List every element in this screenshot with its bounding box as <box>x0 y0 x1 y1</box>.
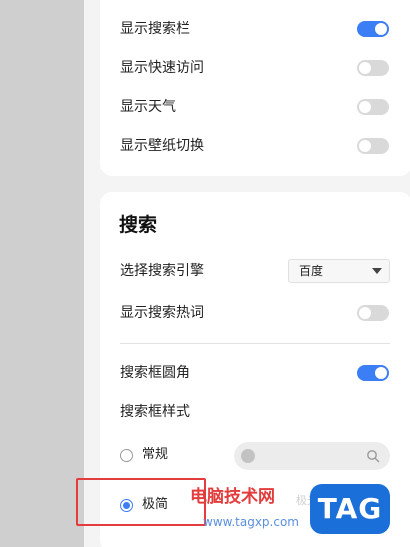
radio-label-normal[interactable]: 常规 <box>142 445 168 465</box>
setting-label-show-wallpaper-switch: 显示壁纸切换 <box>120 138 204 154</box>
search-icon <box>367 450 380 463</box>
toggle-search-hot-words[interactable] <box>357 305 389 321</box>
setting-label-show-weather: 显示天气 <box>120 99 176 115</box>
section-divider <box>120 343 390 344</box>
search-engine-select[interactable]: 百度 <box>288 259 390 283</box>
annotation-highlight-box <box>76 478 206 526</box>
setting-label-show-quick-access: 显示快速访问 <box>120 60 204 76</box>
toggle-show-wallpaper-switch[interactable] <box>357 138 389 154</box>
toggle-show-weather[interactable] <box>357 99 389 115</box>
toggle-knob <box>359 101 371 113</box>
toggle-knob <box>375 23 387 35</box>
toggle-knob <box>375 367 387 379</box>
search-engine-value: 百度 <box>299 264 324 278</box>
toggle-show-quick-access[interactable] <box>357 60 389 76</box>
search-engine-logo-placeholder <box>241 449 255 463</box>
section-title-search: 搜索 <box>119 214 158 236</box>
radio-style-normal[interactable] <box>120 449 133 462</box>
setting-label-show-search-bar: 显示搜索栏 <box>120 21 190 37</box>
watermark-logo: TAG <box>310 484 390 534</box>
toggle-knob <box>359 140 371 152</box>
toggle-rounded-search-box[interactable] <box>357 365 389 381</box>
setting-label-rounded-search-box: 搜索框圆角 <box>120 365 190 381</box>
watermark-url: www.tagxp.com <box>203 515 299 529</box>
dropdown-caret-icon <box>372 268 382 274</box>
setting-label-search-engine: 选择搜索引擎 <box>120 263 204 279</box>
toggle-knob <box>359 307 371 319</box>
setting-label-search-hot-words: 显示搜索热词 <box>120 305 204 321</box>
setting-label-search-box-style: 搜索框样式 <box>120 404 190 420</box>
watermark-text: 电脑技术网 <box>190 487 275 507</box>
toggle-show-search-bar[interactable] <box>357 21 389 37</box>
toggle-knob <box>359 62 371 74</box>
search-box-preview <box>234 442 390 470</box>
side-panel-background <box>0 0 84 547</box>
